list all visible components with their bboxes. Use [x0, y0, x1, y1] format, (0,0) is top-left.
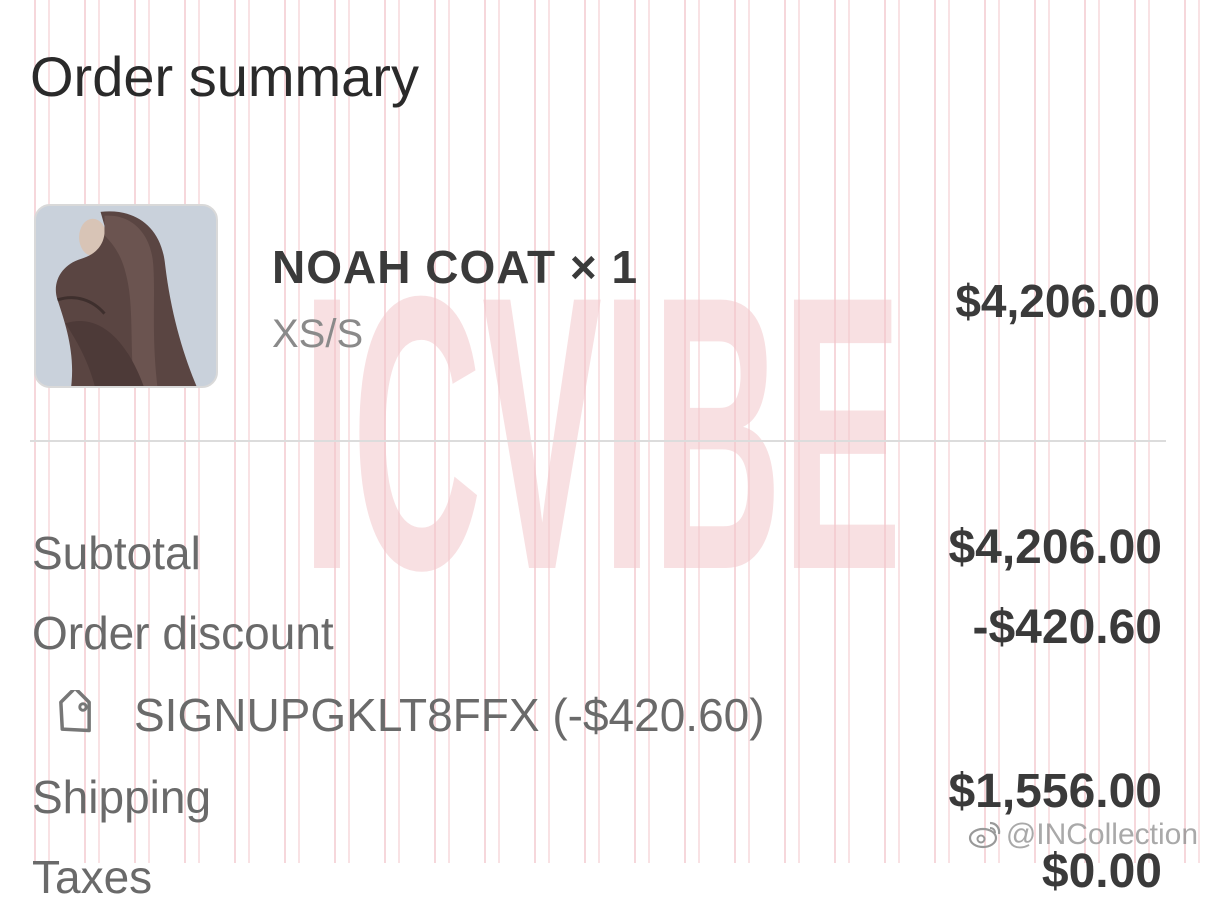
discount-value: -$420.60 [972, 601, 1163, 654]
shipping-value: $1,556.00 [948, 765, 1162, 818]
tag-icon [50, 690, 100, 740]
watermark-handle: @INCollection [968, 818, 1198, 852]
subtotal-value: $4,206.00 [948, 521, 1162, 574]
page-title: Order summary [30, 45, 419, 108]
product-price: $4,206.00 [955, 275, 1160, 327]
product-name: NOAH COAT × 1 [272, 241, 639, 293]
discount-code-row: SIGNUPGKLT8FFX (-$420.60) [50, 688, 765, 742]
taxes-label: Taxes [32, 851, 153, 903]
shipping-label: Shipping [32, 771, 212, 823]
watermark-handle-text: @INCollection [1005, 818, 1198, 851]
discount-label: Order discount [32, 607, 334, 659]
discount-code: SIGNUPGKLT8FFX (-$420.60) [134, 689, 765, 741]
taxes-value: $0.00 [1041, 845, 1162, 898]
divider [30, 440, 1166, 442]
weibo-icon [968, 818, 1002, 852]
product-variant: XS/S [272, 312, 364, 356]
subtotal-label: Subtotal [32, 527, 201, 579]
product-image [34, 204, 218, 388]
watermark-logo: ICVIBE [292, 215, 912, 651]
svg-text:ICVIBE: ICVIBE [302, 268, 902, 588]
